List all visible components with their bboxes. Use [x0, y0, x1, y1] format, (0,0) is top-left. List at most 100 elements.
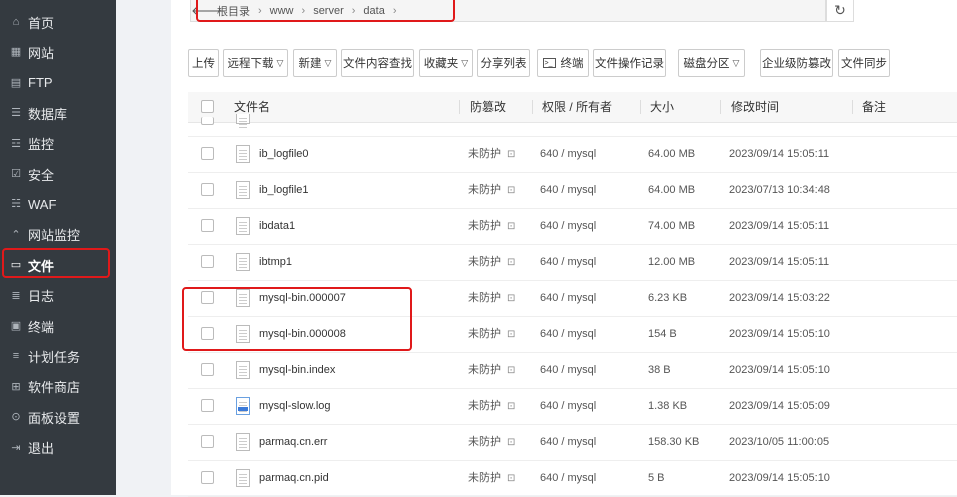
column-divider: [532, 100, 533, 114]
column-divider: [852, 100, 853, 114]
row-checkbox[interactable]: [201, 147, 214, 160]
terminal-button[interactable]: >_ 终端: [537, 49, 589, 77]
permission-owner[interactable]: 640 / mysql: [540, 136, 596, 172]
sidebar-item-shield[interactable]: ☑ 安全: [0, 159, 116, 189]
highlight-files-menu: [2, 248, 110, 278]
row-checkbox[interactable]: [201, 435, 214, 448]
file-name[interactable]: ibtmp1: [259, 244, 292, 280]
tamper-status[interactable]: 未防护 ⊡: [468, 208, 515, 244]
header-permission[interactable]: 权限 / 所有者: [542, 92, 612, 122]
tamper-status[interactable]: 未防护 ⊡: [468, 388, 515, 424]
lock-icon: ⊡: [507, 293, 516, 304]
content-search-button[interactable]: 文件内容查找: [341, 49, 414, 77]
disk-partition-label: 磁盘分区: [683, 58, 730, 70]
share-list-button[interactable]: 分享列表: [477, 49, 530, 77]
sidebar-item-log[interactable]: ≣ 日志: [0, 281, 116, 311]
tamper-status[interactable]: 未防护 ⊡: [468, 424, 515, 460]
sidebar-item-home[interactable]: ⌂ 首页: [0, 7, 116, 37]
tamper-status[interactable]: 未防护 ⊡: [468, 136, 515, 172]
file-ops-log-button[interactable]: 文件操作记录: [593, 49, 666, 77]
favorites-button[interactable]: 收藏夹 ▽: [419, 49, 473, 77]
header-mtime[interactable]: 修改时间: [731, 92, 779, 122]
remote-download-button[interactable]: 远程下载 ▽: [223, 49, 288, 77]
table-row[interactable]: ib_logfile0 未防护 ⊡ 640 / mysql 64.00 MB 2023/0…: [188, 136, 957, 173]
new-button[interactable]: 新建 ▽: [293, 49, 337, 77]
sidebar-item-task[interactable]: ≡ 计划任务: [0, 341, 116, 371]
header-tamper[interactable]: 防篡改: [470, 92, 506, 122]
header-size[interactable]: 大小: [650, 92, 674, 122]
row-checkbox[interactable]: [201, 219, 214, 232]
column-divider: [720, 100, 721, 114]
permission-owner[interactable]: 640 / mysql: [540, 460, 596, 496]
table-row[interactable]: mysql-bin.index 未防护 ⊡ 640 / mysql 38 B 2023/0…: [188, 352, 957, 389]
sidebar-item-database[interactable]: ☰ 数据库: [0, 98, 116, 128]
sidebar-item-settings[interactable]: ⊙ 面板设置: [0, 402, 116, 432]
file-size: 64.00 MB: [648, 148, 696, 160]
favorites-label: 收藏夹: [423, 58, 459, 70]
file-size: 6.23 KB: [648, 292, 688, 304]
file-sync-label: 文件同步: [841, 58, 887, 70]
tamper-status[interactable]: 未防护 ⊡: [468, 460, 515, 496]
refresh-icon[interactable]: ↻: [826, 0, 854, 22]
tamper-enterprise-button[interactable]: 企业级防篡改: [760, 49, 833, 77]
tamper-status[interactable]: 未防护 ⊡: [468, 280, 515, 316]
tamper-status[interactable]: 未防护 ⊡: [468, 244, 515, 280]
tamper-status-label: 未防护: [468, 256, 501, 268]
upload-label: 上传: [192, 58, 215, 70]
sidebar-item-label: 首页: [28, 15, 55, 31]
sidebar-item-logout[interactable]: ⇥ 退出: [0, 433, 116, 463]
tamper-status[interactable]: 未防护 ⊡: [468, 352, 515, 388]
sidebar-item-ftp[interactable]: ▤ FTP: [0, 68, 116, 98]
table-row[interactable]: parmaq.cn.err 未防护 ⊡ 640 / mysql 158.30 KB 202…: [188, 424, 957, 461]
table-row[interactable]: parmaq.cn.pid 未防护 ⊡ 640 / mysql 5 B 2023/09/1…: [188, 460, 957, 497]
sidebar-item-chart[interactable]: ⌃ 网站监控: [0, 220, 116, 250]
permission-owner[interactable]: 640 / mysql: [540, 424, 596, 460]
table-row[interactable]: mysql-slow.log 未防护 ⊡ 640 / mysql 1.38 KB 2023…: [188, 388, 957, 425]
file-name[interactable]: ib_logfile0: [259, 136, 309, 172]
file-icon: [236, 181, 250, 199]
row-checkbox[interactable]: [201, 183, 214, 196]
lock-icon: ⊡: [507, 149, 516, 160]
row-checkbox[interactable]: [201, 363, 214, 376]
sidebar-item-store[interactable]: ⊞ 软件商店: [0, 372, 116, 402]
permission-owner[interactable]: 640 / mysql: [540, 208, 596, 244]
permission-owner[interactable]: 640 / mysql: [540, 280, 596, 316]
tamper-status[interactable]: 未防护 ⊡: [468, 172, 515, 208]
table-row[interactable]: ibtmp1 未防护 ⊡ 640 / mysql 12.00 MB 2023/09/14 …: [188, 244, 957, 281]
tamper-status[interactable]: 未防护 ⊡: [468, 316, 515, 352]
file-icon: [236, 253, 250, 271]
table-row[interactable]: ib_logfile1 未防护 ⊡ 640 / mysql 64.00 MB 2023/0…: [188, 172, 957, 209]
row-checkbox[interactable]: [201, 255, 214, 268]
row-checkbox[interactable]: [201, 471, 214, 484]
permission-owner[interactable]: 640 / mysql: [540, 388, 596, 424]
file-name[interactable]: parmaq.cn.pid: [259, 460, 329, 496]
disk-partition-button[interactable]: 磁盘分区 ▽: [678, 49, 745, 77]
modified-time: 2023/09/14 15:05:10: [729, 472, 830, 484]
share-list-label: 分享列表: [480, 58, 527, 70]
file-name[interactable]: mysql-slow.log: [259, 388, 331, 424]
row-checkbox[interactable]: [201, 117, 214, 125]
chevron-down-icon: ▽: [732, 57, 740, 68]
permission-owner[interactable]: 640 / mysql: [540, 316, 596, 352]
sidebar-item-grid[interactable]: ▦ 网站: [0, 37, 116, 67]
file-icon: [236, 433, 250, 451]
table-header: 文件名 防篡改 权限 / 所有者 大小 修改时间 备注: [188, 92, 957, 123]
sidebar-item-terminal[interactable]: ▣ 终端: [0, 311, 116, 341]
modified-time: 2023/09/14 15:05:10: [729, 328, 830, 340]
table-row[interactable]: ibdata1 未防护 ⊡ 640 / mysql 74.00 MB 2023/09/14…: [188, 208, 957, 245]
permission-owner[interactable]: 640 / mysql: [540, 172, 596, 208]
file-name[interactable]: parmaq.cn.err: [259, 424, 327, 460]
row-checkbox[interactable]: [201, 399, 214, 412]
select-all-checkbox[interactable]: [201, 100, 214, 113]
permission-owner[interactable]: 640 / mysql: [540, 352, 596, 388]
file-name[interactable]: ibdata1: [259, 208, 295, 244]
file-name[interactable]: ib_logfile1: [259, 172, 309, 208]
sidebar-item-monitor[interactable]: ☲ 监控: [0, 129, 116, 159]
sidebar-item-label: 网站: [28, 45, 55, 61]
file-name[interactable]: mysql-bin.index: [259, 352, 335, 388]
file-sync-button[interactable]: 文件同步: [838, 49, 890, 77]
upload-button[interactable]: 上传: [188, 49, 219, 77]
permission-owner[interactable]: 640 / mysql: [540, 244, 596, 280]
sidebar-item-waf[interactable]: ☵ WAF: [0, 189, 116, 219]
grid-icon: ▦: [10, 46, 22, 59]
